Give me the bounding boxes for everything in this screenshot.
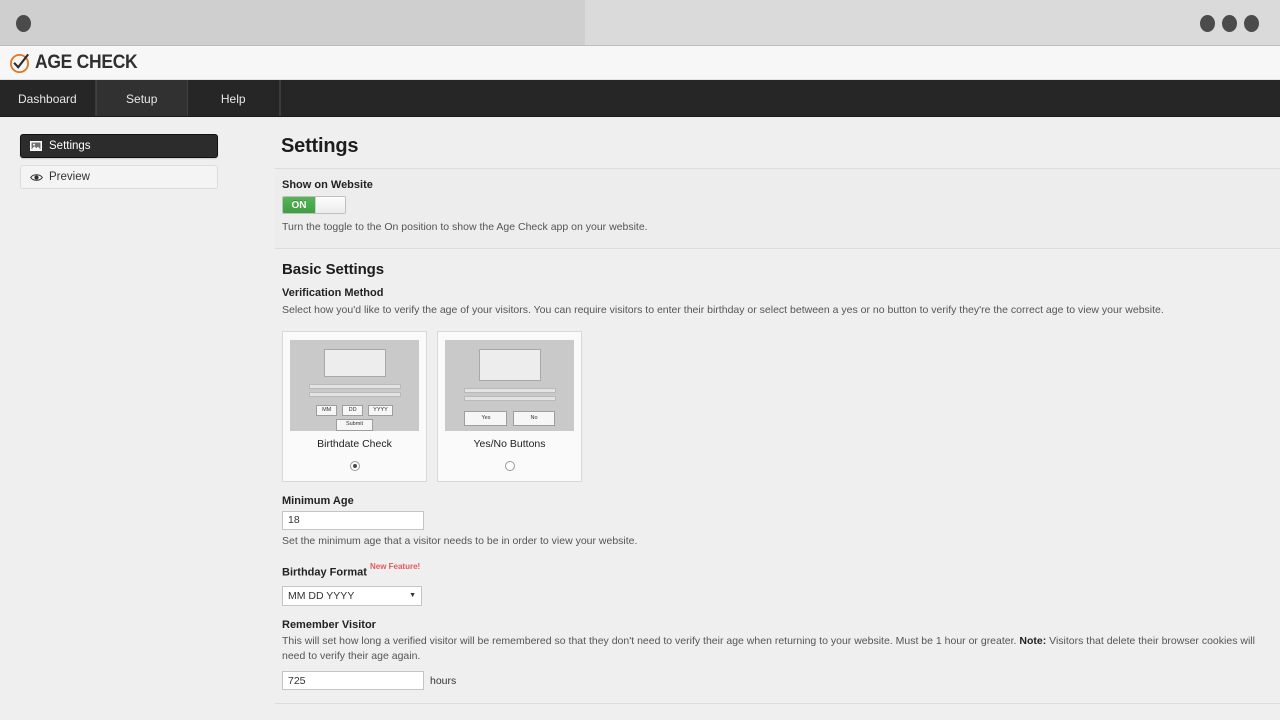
minimum-age-label: Minimum Age: [282, 494, 354, 507]
preview-yes-button: Yes: [464, 410, 508, 426]
preview-logo-placeholder: [323, 348, 386, 378]
toggle-on-label: ON: [283, 197, 315, 213]
brand-logo[interactable]: AGE CHECK: [8, 51, 146, 75]
birthdate-check-caption: Birthdate Check: [317, 437, 392, 450]
brand-title: AGE CHECK: [35, 51, 138, 73]
eye-icon: [29, 170, 43, 184]
basic-settings-heading: Basic Settings: [282, 260, 384, 278]
verification-radio-yes-no-buttons[interactable]: [504, 460, 515, 471]
verification-radio-birthdate-check[interactable]: [349, 460, 360, 471]
browser-tab-dot-icon[interactable]: [16, 15, 31, 32]
birthday-format-label: Birthday Format: [282, 566, 367, 579]
remember-visitor-label: Remember Visitor: [282, 618, 376, 631]
show-on-website-help: Turn the toggle to the On position to sh…: [282, 221, 648, 233]
remember-visitor-help: This will set how long a verified visito…: [282, 634, 1280, 666]
logo-section: Logo This image show at the top of your …: [275, 703, 1280, 720]
minimum-age-help: Set the minimum age that a visitor needs…: [282, 534, 638, 547]
main-content: Settings Show on Website ON Turn the tog…: [275, 117, 1280, 720]
verification-method-help: Select how you'd like to verify the age …: [282, 303, 1164, 316]
remember-visitor-input-row: hours: [282, 671, 1280, 691]
sidebar: Settings Preview: [0, 117, 275, 720]
window-minimize-dot-icon[interactable]: [1200, 15, 1215, 32]
birthday-format-select[interactable]: MM DD YYYY ▼: [282, 585, 422, 606]
nav-tab-setup[interactable]: Setup: [95, 80, 188, 117]
nav-filler: [279, 80, 1280, 117]
window-close-dot-icon[interactable]: [1244, 15, 1259, 32]
preview-field-yyyy: YYYY: [368, 404, 393, 417]
new-feature-badge: New Feature!: [369, 562, 421, 572]
preview-logo-placeholder: [478, 348, 541, 381]
basic-settings-section: Basic Settings Verification Method Selec…: [275, 249, 1280, 691]
preview-text-line: [308, 391, 401, 397]
preview-field-mm: MM: [316, 404, 338, 417]
main-nav: Dashboard Setup Help: [0, 80, 1280, 117]
preview-submit-button: Submit: [335, 419, 374, 431]
preview-yes-no-buttons: Yes No: [464, 410, 555, 426]
yes-no-caption: Yes/No Buttons: [473, 437, 546, 450]
birthdate-check-preview: MM DD YYYY Submit: [290, 339, 419, 431]
birthday-format-label-row: Birthday Format New Feature!: [282, 562, 1280, 580]
sidebar-item-preview-label: Preview: [49, 171, 90, 183]
yes-no-preview: Yes No: [445, 339, 574, 431]
remember-visitor-note-label: Note:: [1019, 634, 1047, 647]
preview-text-line: [308, 384, 401, 389]
birthday-format-selected-value: MM DD YYYY: [288, 589, 355, 602]
check-circle-icon: [8, 51, 32, 75]
birthday-format-field-block: Birthday Format New Feature! MM DD YYYY ▼: [282, 562, 1280, 606]
preview-date-fields: MM DD YYYY: [316, 404, 393, 417]
browser-tab-strip[interactable]: [0, 0, 607, 45]
toggle-knob[interactable]: [315, 197, 345, 213]
sidebar-item-settings[interactable]: Settings: [20, 134, 218, 158]
preview-field-dd: DD: [342, 404, 364, 417]
sidebar-item-preview[interactable]: Preview: [20, 165, 218, 189]
sidebar-item-settings-label: Settings: [49, 140, 91, 152]
remember-visitor-unit: hours: [430, 674, 457, 687]
show-on-website-toggle[interactable]: ON: [282, 196, 346, 214]
verification-option-yes-no-buttons[interactable]: Yes No Yes/No Buttons: [437, 330, 582, 482]
verification-method-options: MM DD YYYY Submit Birthdate Check Yes No…: [282, 330, 1280, 482]
preview-text-line: [463, 387, 556, 393]
image-icon: [29, 139, 43, 153]
nav-tab-dashboard[interactable]: Dashboard: [0, 80, 96, 117]
verification-option-birthdate-check[interactable]: MM DD YYYY Submit Birthdate Check: [282, 330, 427, 482]
remember-visitor-help-part1: This will set how long a verified visito…: [282, 634, 1020, 647]
chevron-down-icon: ▼: [409, 592, 416, 600]
verification-method-label: Verification Method: [282, 286, 384, 299]
show-on-website-label: Show on Website: [282, 179, 373, 191]
preview-no-button: No: [513, 410, 555, 426]
window-maximize-dot-icon[interactable]: [1222, 15, 1237, 32]
nav-tab-help[interactable]: Help: [188, 80, 280, 117]
minimum-age-input[interactable]: [282, 510, 424, 530]
minimum-age-field-block: Minimum Age Set the minimum age that a v…: [282, 495, 1280, 550]
remember-visitor-input[interactable]: [282, 671, 424, 691]
page-title: Settings: [281, 135, 359, 157]
page-body: Settings Preview Settings Show on Websit…: [0, 117, 1280, 720]
show-on-website-panel: Show on Website ON Turn the toggle to th…: [275, 168, 1280, 249]
browser-chrome-right: [585, 0, 1280, 45]
remember-visitor-field-block: Remember Visitor This will set how long …: [282, 619, 1280, 691]
browser-chrome: [0, 0, 1280, 46]
app-header: AGE CHECK: [0, 46, 1280, 80]
preview-text-line: [463, 395, 556, 401]
